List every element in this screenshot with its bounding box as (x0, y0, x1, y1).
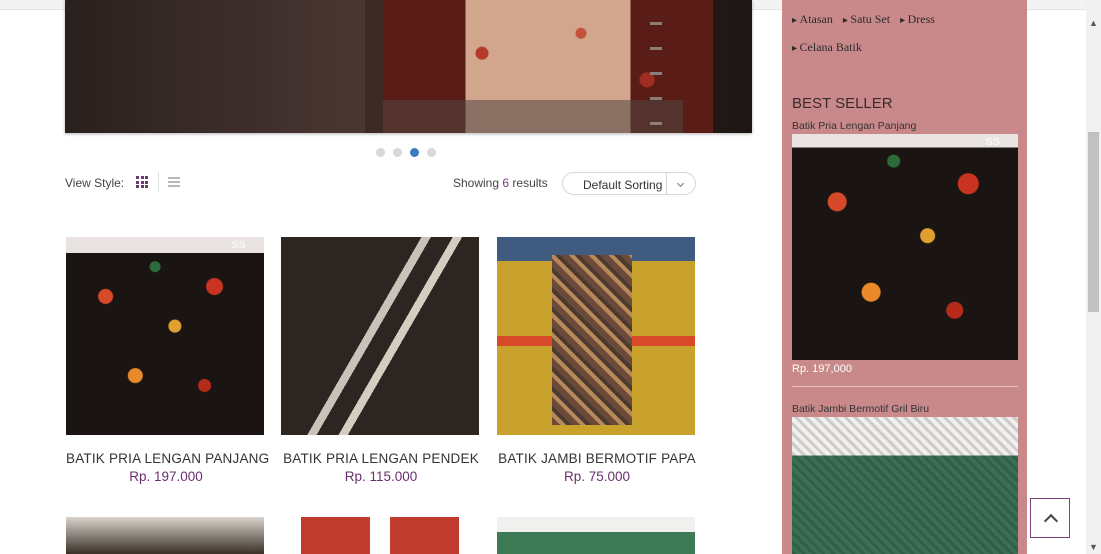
results-prefix: Showing (453, 176, 500, 190)
slider-dot-2[interactable] (393, 148, 402, 157)
sidebar: Atasan Satu Set Dress Celana Batik BEST … (782, 0, 1027, 554)
product-image[interactable]: SS (66, 237, 264, 435)
grid-view-icon[interactable] (136, 176, 148, 188)
best-seller-item-price: Rp. 197,000 (792, 363, 852, 375)
product-card[interactable] (497, 517, 697, 554)
scroll-down-icon[interactable]: ▼ (1089, 542, 1098, 552)
scrollbar-thumb[interactable] (1088, 132, 1099, 312)
list-view-icon[interactable] (168, 177, 180, 187)
hero-caption-shade (383, 100, 683, 133)
product-image[interactable] (497, 237, 695, 435)
slider-dot-3[interactable] (410, 148, 419, 157)
product-price: Rp. 75.000 (563, 469, 631, 484)
pants-shape (552, 255, 632, 425)
sort-select[interactable]: Default Sorting (562, 172, 696, 195)
product-card[interactable] (66, 517, 266, 554)
product-name[interactable]: BATIK PRIA LENGAN PENDEK (281, 451, 481, 466)
results-suffix: results (512, 176, 548, 190)
category-link-atasan[interactable]: Atasan (792, 12, 833, 27)
product-image[interactable] (497, 517, 695, 554)
product-price: Rp. 197.000 (129, 469, 203, 484)
product-card[interactable]: SS BATIK PRIA LENGAN PANJANG Rp. 197.000 (66, 237, 269, 484)
category-link-dress[interactable]: Dress (900, 12, 935, 27)
best-seller-item-title[interactable]: Batik Pria Lengan Panjang (792, 120, 916, 132)
results-number: 6 (502, 176, 510, 190)
sort-select-value: Default Sorting (583, 178, 663, 192)
best-seller-item-title[interactable]: Batik Jambi Bermotif Gril Biru (792, 403, 929, 415)
category-link-satu-set[interactable]: Satu Set (843, 12, 890, 27)
results-count: Showing 6 results (453, 176, 548, 190)
product-image[interactable] (281, 237, 479, 435)
hero-background-left (65, 0, 365, 133)
category-list: Atasan Satu Set Dress Celana Batik (792, 12, 935, 55)
product-price: Rp. 115.000 (344, 469, 418, 484)
view-style-label: View Style: (65, 176, 125, 190)
product-watermark: SS (985, 136, 1000, 148)
slider-dot-4[interactable] (427, 148, 436, 157)
hero-slider[interactable] (65, 0, 752, 133)
chevron-down-icon[interactable] (666, 173, 695, 194)
product-card[interactable]: BATIK PRIA LENGAN PENDEK Rp. 115.000 (281, 237, 481, 484)
best-seller-item-image[interactable] (792, 417, 1018, 554)
slider-dot-1[interactable] (376, 148, 385, 157)
product-card[interactable] (281, 517, 481, 554)
scroll-up-icon[interactable]: ▲ (1089, 18, 1098, 28)
product-image[interactable] (66, 517, 264, 554)
best-seller-item-image[interactable]: SS (792, 134, 1018, 360)
best-seller-title: BEST SELLER (792, 95, 893, 112)
product-card[interactable]: BATIK JAMBI BERMOTIF PAPA Rp. 75.000 (497, 237, 697, 484)
product-watermark: SS (231, 239, 246, 251)
product-name[interactable]: BATIK JAMBI BERMOTIF PAPA (497, 451, 697, 466)
scrollbar[interactable]: ▲ ▼ (1086, 0, 1101, 554)
scroll-to-top-button[interactable] (1030, 498, 1070, 538)
hero-wall-studs (650, 0, 662, 133)
view-style-divider (158, 172, 159, 192)
slider-dots (376, 148, 436, 157)
product-name[interactable]: BATIK PRIA LENGAN PANJANG (66, 451, 269, 466)
product-image[interactable] (281, 517, 479, 554)
sidebar-divider (792, 386, 1018, 387)
category-link-celana-batik[interactable]: Celana Batik (792, 40, 862, 55)
